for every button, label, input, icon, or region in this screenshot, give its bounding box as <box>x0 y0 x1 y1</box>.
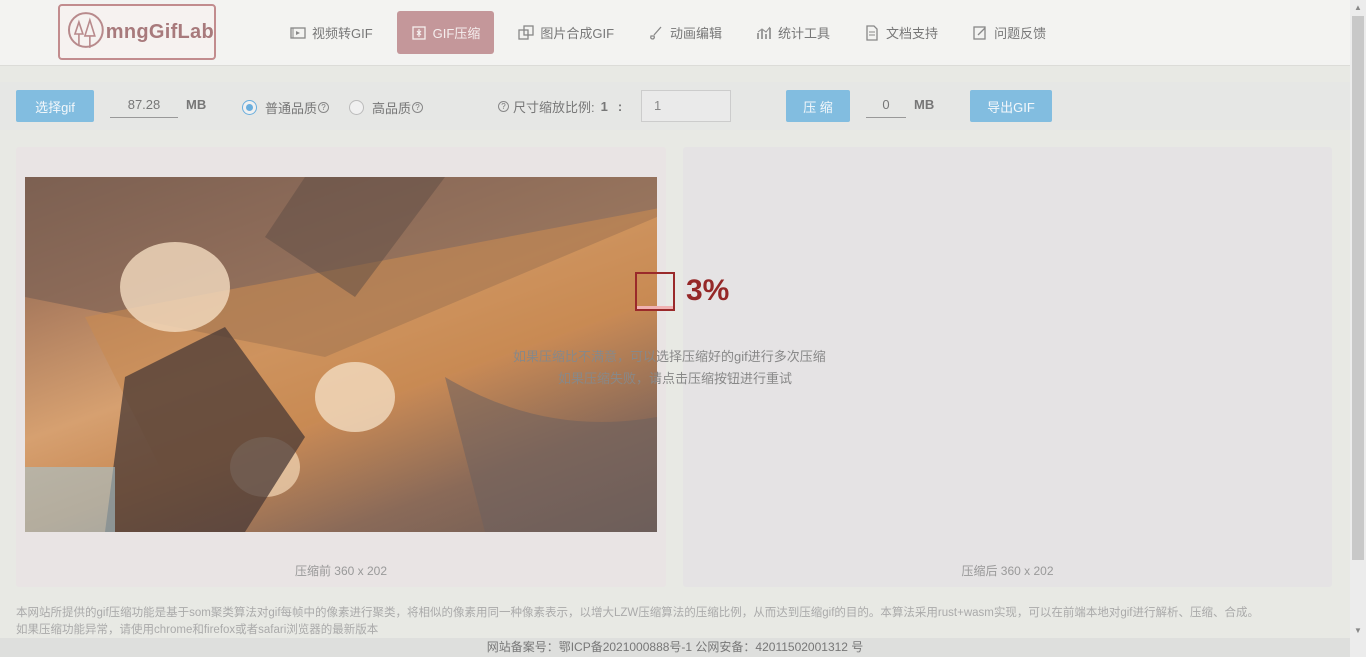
progress-percent: 3% <box>686 274 730 307</box>
after-caption: 压缩后 360 x 202 <box>961 564 1054 578</box>
nav-images-to-gif[interactable]: 图片合成GIF <box>508 11 624 54</box>
hint-line-2: 如果压缩失败，请点击压缩按钮进行重试 <box>558 371 793 386</box>
info-note-1: 本网站所提供的gif压缩功能是基于som聚类算法对gif每帧中的像素进行聚类，将… <box>16 607 1259 619</box>
input-size-value: 87.28 <box>110 92 178 118</box>
nav-label: 问题反馈 <box>994 26 1047 41</box>
hint-line-1: 如果压缩比不满意，可以选择压缩好的gif进行多次压缩 <box>513 349 826 364</box>
nav-video-to-gif[interactable]: 视频转GIF <box>280 11 383 54</box>
header: mngGifLab 视频转GIF GIF压缩 图片合成GIF 动画编辑 统计工具… <box>0 0 1350 66</box>
tree-icon <box>67 12 104 48</box>
scale-colon: : <box>617 99 623 114</box>
video-icon <box>290 26 306 39</box>
export-gif-button[interactable]: 导出GIF <box>970 90 1052 122</box>
brush-icon <box>650 26 662 40</box>
radio-dot <box>242 100 257 115</box>
before-caption: 压缩前 360 x 202 <box>294 564 388 578</box>
nav-gif-compress[interactable]: GIF压缩 <box>396 11 495 54</box>
after-panel: 压缩后 360 x 202 <box>683 147 1332 587</box>
compress-icon <box>412 25 426 40</box>
page-scrollbar[interactable]: ▲ ▼ <box>1350 0 1366 657</box>
help-icon[interactable]: ? <box>412 102 424 113</box>
info-note-2: 如果压缩功能异常，请使用chrome和firefox或者safari浏览器的最新… <box>16 624 379 636</box>
main-nav: 视频转GIF GIF压缩 图片合成GIF 动画编辑 统计工具 文档支持 问题反馈 <box>280 11 1070 54</box>
nav-label: 统计工具 <box>778 26 831 41</box>
footer-icp: 网站备案号：鄂ICP备2021000888号-1 公网安备：4201150200… <box>0 638 1350 657</box>
before-panel: 压缩前 360 x 202 <box>16 147 666 587</box>
nav-docs[interactable]: 文档支持 <box>854 11 948 54</box>
quality-high-label: 高品质 <box>372 101 412 116</box>
scale-input[interactable]: 1 <box>641 90 731 122</box>
nav-label: 视频转GIF <box>312 26 373 41</box>
scale-label-text: 尺寸缩放比例: <box>513 100 595 115</box>
nav-feedback[interactable]: 问题反馈 <box>962 11 1056 54</box>
progress-indicator <box>635 272 675 311</box>
help-icon[interactable]: ? <box>498 101 509 112</box>
quality-normal-radio[interactable]: 普通品质 ? <box>242 98 330 117</box>
scrollbar-thumb[interactable] <box>1352 16 1364 560</box>
select-gif-button[interactable]: 选择gif <box>16 90 94 122</box>
scale-label: ? 尺寸缩放比例: 1 : <box>498 97 622 116</box>
images-icon <box>518 24 534 40</box>
logo[interactable]: mngGifLab <box>58 4 216 60</box>
logo-text: mngGifLab <box>105 20 214 43</box>
output-size-unit: MB <box>914 97 935 112</box>
nav-animation-edit[interactable]: 动画编辑 <box>638 11 732 54</box>
output-size-value: 0 <box>866 92 906 118</box>
quality-normal-label: 普通品质 <box>265 101 318 116</box>
progress-fill <box>637 305 673 309</box>
nav-stats-tool[interactable]: 统计工具 <box>746 11 840 54</box>
nav-label: 动画编辑 <box>670 26 723 41</box>
chart-icon <box>757 26 771 39</box>
input-size-unit: MB <box>186 97 207 112</box>
document-icon <box>866 24 878 41</box>
compress-button[interactable]: 压 缩 <box>786 90 850 122</box>
quality-high-radio[interactable]: 高品质 ? <box>349 98 424 117</box>
scroll-up-icon[interactable]: ▲ <box>1354 3 1362 12</box>
scroll-down-icon[interactable]: ▼ <box>1354 626 1362 635</box>
feedback-icon <box>973 25 986 40</box>
radio-dot <box>349 100 364 115</box>
scale-prefix: 1 <box>600 99 608 114</box>
nav-label: 图片合成GIF <box>540 26 615 41</box>
nav-label: 文档支持 <box>886 26 939 41</box>
help-icon[interactable]: ? <box>318 102 330 113</box>
nav-label: GIF压缩 <box>432 26 481 41</box>
